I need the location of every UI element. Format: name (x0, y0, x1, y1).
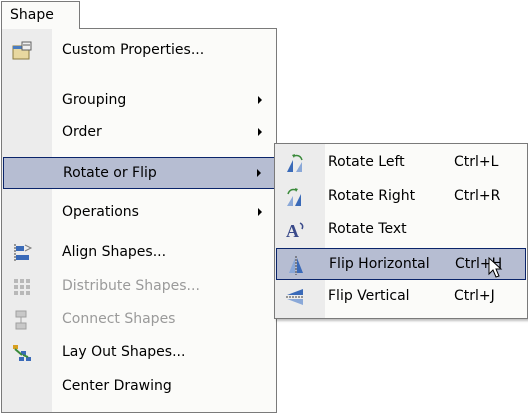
custom-properties-icon (12, 41, 32, 60)
svg-text:A: A (286, 221, 299, 241)
menu-item-rotate-or-flip[interactable]: Rotate or Flip (3, 157, 275, 189)
menu-item-order[interactable]: Order (3, 117, 275, 149)
menu-item-custom-properties[interactable]: Custom Properties... (3, 35, 275, 67)
connect-shapes-icon (15, 310, 27, 330)
menu-item-flip-vertical[interactable]: Flip Vertical Ctrl+J (276, 281, 526, 313)
menu-item-connect-shapes: Connect Shapes (3, 304, 275, 336)
flip-vertical-icon (286, 289, 304, 305)
rotate-or-flip-submenu: Rotate Left Ctrl+L Rotate Right Ctrl+R A… (274, 143, 528, 319)
lay-out-shapes-icon (13, 345, 31, 361)
distribute-shapes-icon (14, 279, 30, 295)
submenu-arrow-icon (257, 169, 261, 177)
shape-menu-dropdown: Custom Properties... Grouping Order Rota… (1, 28, 277, 413)
align-shapes-icon (14, 244, 33, 262)
rotate-left-icon (287, 154, 303, 172)
menu-item-operations[interactable]: Operations (3, 197, 275, 229)
shape-menu-label: Shape (10, 7, 54, 23)
mouse-cursor-icon (488, 257, 503, 278)
menu-item-center-drawing[interactable]: Center Drawing (3, 371, 275, 403)
menu-item-rotate-left[interactable]: Rotate Left Ctrl+L (276, 147, 526, 179)
menu-item-lay-out-shapes[interactable]: Lay Out Shapes... (3, 337, 275, 369)
flip-horizontal-icon (289, 256, 303, 275)
submenu-arrow-icon (258, 128, 262, 136)
menu-item-distribute-shapes: Distribute Shapes... (3, 271, 275, 303)
menu-item-align-shapes[interactable]: Align Shapes... (3, 237, 275, 269)
shape-menu[interactable]: Shape (1, 1, 80, 29)
rotate-text-icon: A (286, 221, 304, 241)
menu-item-rotate-text[interactable]: A Rotate Text (276, 214, 526, 246)
menu-item-grouping[interactable]: Grouping (3, 85, 275, 117)
submenu-arrow-icon (258, 208, 262, 216)
menu-item-rotate-right[interactable]: Rotate Right Ctrl+R (276, 181, 526, 213)
submenu-arrow-icon (258, 96, 262, 104)
rotate-right-icon (287, 188, 301, 206)
